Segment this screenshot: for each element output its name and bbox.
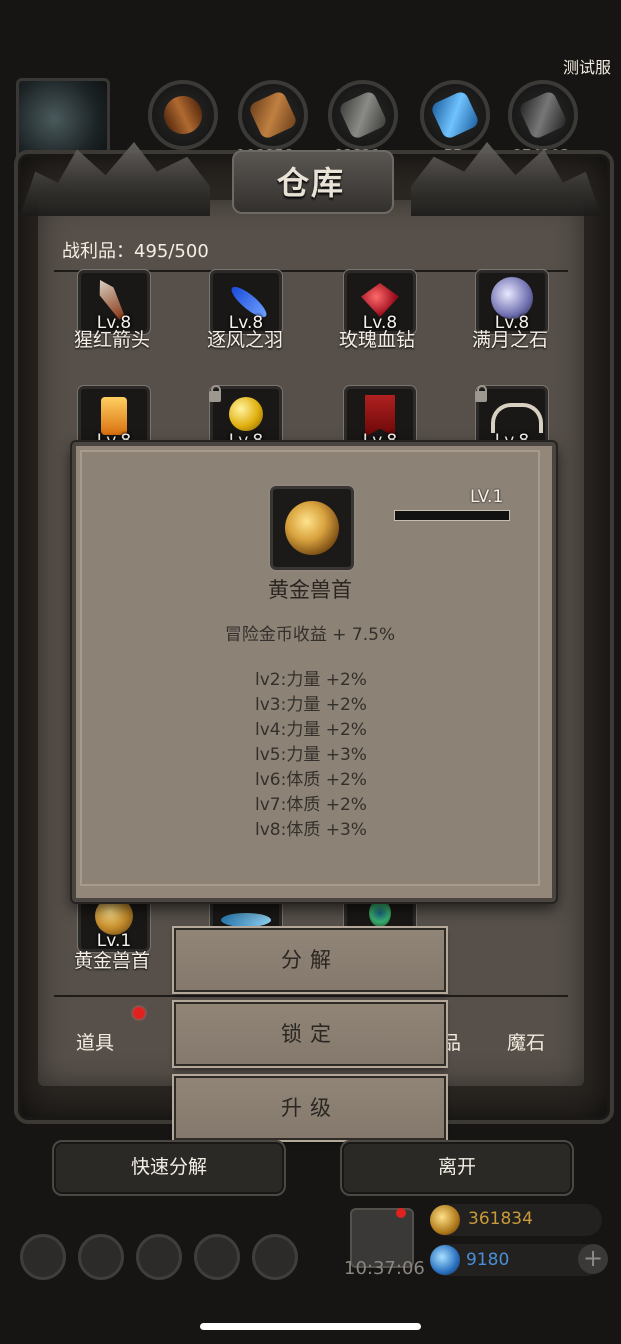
scroll-icon[interactable] (194, 1234, 240, 1280)
gold-coin-icon (430, 1205, 460, 1235)
stone-icon[interactable] (328, 80, 398, 150)
upgrade-line: lv6:体质 +2% (255, 770, 367, 790)
item-level: LV.1 (470, 487, 504, 507)
magic-lamp-icon (221, 913, 271, 927)
lock-button[interactable]: 锁定 (174, 1002, 446, 1066)
upgrade-line: lv4:力量 +2% (255, 720, 367, 740)
target-icon[interactable] (78, 1234, 124, 1280)
crystal-icon[interactable] (420, 80, 490, 150)
item-main-effect: 冒险金币收益 + 7.5% (224, 625, 396, 645)
gem-icon (430, 1245, 460, 1275)
server-tag: 测试服 (562, 58, 611, 77)
item-name: 逐风之羽 (206, 329, 283, 351)
item-name: 满月之石 (471, 329, 548, 351)
gem-amount: 9180 (466, 1250, 510, 1270)
wood-log-icon[interactable] (148, 80, 218, 150)
add-currency-button[interactable]: + (578, 1244, 608, 1274)
item-name: 黄金兽首 (268, 578, 352, 602)
tab-magic-stone[interactable]: 魔石 (507, 1028, 545, 1055)
upgrade-list: lv2:力量 +2% lv3:力量 +2% lv4:力量 +2% lv5:力量 … (255, 668, 367, 843)
item-name: 黄金兽首 (73, 950, 150, 972)
item-name: 猩红箭头 (73, 329, 150, 351)
blood-diamond-icon (361, 283, 399, 317)
clock-time: 10:37:06 (344, 1258, 425, 1279)
upgrade-line: lv3:力量 +2% (255, 695, 367, 715)
page-title: 仓库 (276, 164, 345, 202)
decompose-button[interactable]: 分解 (174, 928, 446, 992)
upgrade-button[interactable]: 升级 (174, 1076, 446, 1140)
level-progress-bar (394, 510, 510, 521)
leave-button[interactable]: 离开 (340, 1140, 574, 1196)
lock-icon (475, 385, 487, 402)
lantern-icon (101, 397, 127, 435)
item-name: 玫瑰血钻 (338, 329, 415, 351)
upgrade-line: lv5:力量 +3% (255, 745, 367, 765)
quick-decompose-button[interactable]: 快速分解 (52, 1140, 286, 1196)
antler-icon (491, 403, 543, 433)
book-icon[interactable] (136, 1234, 182, 1280)
settings-icon[interactable] (20, 1234, 66, 1280)
upgrade-line: lv7:体质 +2% (255, 795, 367, 815)
loot-count: 战利品：495/500 (62, 241, 209, 262)
golden-beast-head-icon (285, 501, 339, 555)
upgrade-line: lv2:力量 +2% (255, 670, 367, 690)
iron-icon[interactable] (508, 80, 578, 150)
golden-apple-icon (229, 397, 263, 431)
lock-icon (209, 385, 221, 402)
gold-amount: 361834 (468, 1209, 533, 1229)
tab-items[interactable]: 道具 (76, 1028, 114, 1055)
plank-icon[interactable] (238, 80, 308, 150)
shield-icon[interactable] (252, 1234, 298, 1280)
upgrade-line: lv8:体质 +3% (255, 820, 367, 840)
notification-dot (133, 1007, 145, 1019)
divider (54, 995, 568, 997)
peacock-feather-icon (369, 899, 391, 927)
item-detail-slot (270, 486, 354, 570)
golden-beast-head-icon (95, 897, 133, 935)
notification-dot (396, 1208, 406, 1218)
home-indicator[interactable] (200, 1323, 421, 1330)
